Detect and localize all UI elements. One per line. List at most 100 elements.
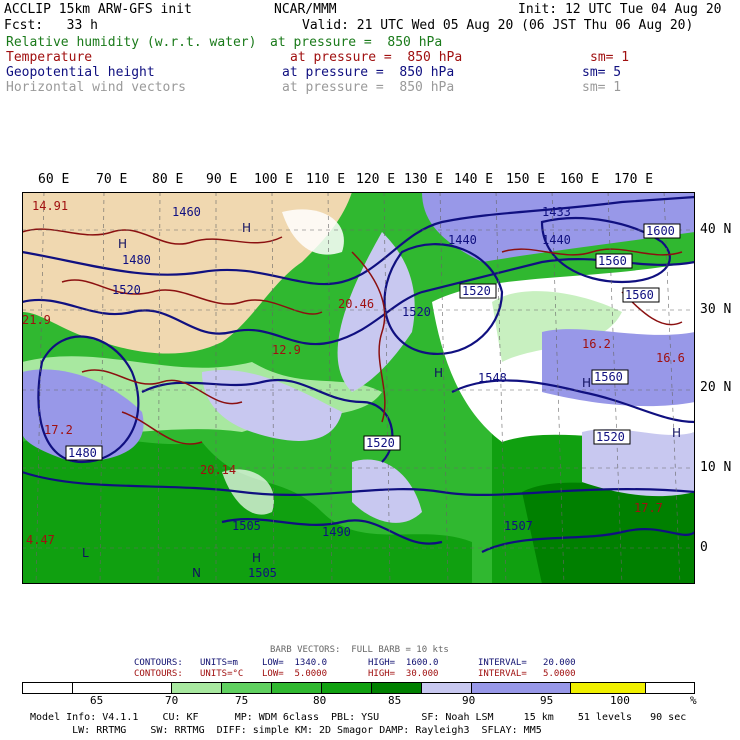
- latitude-label: 30 N: [700, 302, 732, 317]
- height-label: 1507: [504, 519, 533, 533]
- temp-label: 14.91: [32, 199, 68, 213]
- colorbar-swatch: [372, 683, 422, 693]
- temp-label: 21.9: [22, 313, 51, 327]
- contour1-units: UNITS=m: [200, 658, 238, 668]
- height-label: 1520: [366, 436, 395, 450]
- model-info-line1: Model Info: V4.1.1 CU: KF MP: WDM 6class…: [30, 712, 687, 723]
- colorbar-swatch: [73, 683, 172, 693]
- high-marker: H: [672, 426, 681, 440]
- height-label: 1490: [322, 525, 351, 539]
- weather-map: 1600 1560 1560 1520 1560 1520 1480 1520 …: [22, 192, 695, 584]
- height-label: 1505: [248, 566, 277, 580]
- height-label: 1600: [646, 224, 675, 238]
- high-marker: H: [582, 376, 591, 390]
- colorbar-label: 95: [540, 694, 554, 707]
- field-height-level: at pressure = 850 hPa: [282, 65, 455, 80]
- longitude-label: 140 E: [454, 172, 494, 187]
- height-label: 1480: [122, 253, 151, 267]
- contour1-label: CONTOURS:: [134, 658, 183, 668]
- field-height-smooth: sm= 5: [582, 65, 622, 80]
- field-temp-smooth: sm= 1: [590, 50, 630, 65]
- contour2-label: CONTOURS:: [134, 669, 183, 679]
- colorbar-swatch: [571, 683, 646, 693]
- contour1-interval: INTERVAL= 20.000: [478, 658, 576, 668]
- height-label: 1460: [172, 205, 201, 219]
- barb-legend: BARB VECTORS: FULL BARB = 10 kts: [270, 645, 449, 655]
- contour1-low: LOW= 1340.0: [262, 658, 328, 668]
- colorbar-swatch: [322, 683, 372, 693]
- field-rh-level: at pressure = 850 hPa: [270, 35, 443, 50]
- forecast-hour: Fcst: 33 h: [4, 18, 98, 33]
- colorbar-swatch: [172, 683, 222, 693]
- field-wind-level: at pressure = 850 hPa: [282, 80, 455, 95]
- longitude-label: 150 E: [506, 172, 546, 187]
- colorbar-label: 70: [165, 694, 179, 707]
- longitude-label: 100 E: [254, 172, 294, 187]
- colorbar-label: 90: [462, 694, 476, 707]
- height-label: 1433: [542, 205, 571, 219]
- longitude-label: 90 E: [206, 172, 238, 187]
- low-marker: L: [82, 546, 89, 560]
- temp-label: 20.14: [200, 463, 236, 477]
- height-label: 1560: [594, 370, 623, 384]
- high-marker: H: [242, 221, 251, 235]
- latitude-label: 20 N: [700, 380, 732, 395]
- contour2-interval: INTERVAL= 5.0000: [478, 669, 576, 679]
- height-label: 1560: [598, 254, 627, 268]
- longitude-label: 70 E: [96, 172, 128, 187]
- contour2-high: HIGH= 30.000: [368, 669, 439, 679]
- height-label: 1480: [68, 446, 97, 460]
- field-rh-name: Relative humidity (w.r.t. water): [6, 35, 257, 50]
- contour2-units: UNITS=°C: [200, 669, 244, 679]
- latitude-label: 40 N: [700, 222, 732, 237]
- center-label: NCAR/MMM: [274, 2, 337, 17]
- height-label: 1520: [462, 284, 491, 298]
- longitude-label: 160 E: [560, 172, 600, 187]
- field-wind-smooth: sm= 1: [582, 80, 622, 95]
- field-wind-name: Horizontal wind vectors: [6, 80, 187, 95]
- colorbar-swatch: [272, 683, 322, 693]
- colorbar-swatch: [23, 683, 73, 693]
- high-marker: H: [252, 551, 261, 565]
- temp-label: 4.47: [26, 533, 55, 547]
- longitude-label: 130 E: [404, 172, 444, 187]
- model-info-line2: LW: RRTMG SW: RRTMG DIFF: simple KM: 2D …: [30, 725, 542, 736]
- height-label: 1520: [112, 283, 141, 297]
- temp-label: 16.2: [582, 337, 611, 351]
- longitude-label: 110 E: [306, 172, 346, 187]
- field-temp-level: at pressure = 850 hPa: [290, 50, 463, 65]
- field-height-name: Geopotential height: [6, 65, 155, 80]
- temp-label: 12.9: [272, 343, 301, 357]
- height-label: 1520: [596, 430, 625, 444]
- longitude-label: 120 E: [356, 172, 396, 187]
- colorbar-label: 80: [313, 694, 327, 707]
- colorbar-swatch: [222, 683, 272, 693]
- colorbar-label: 65: [90, 694, 104, 707]
- longitude-label: 60 E: [38, 172, 70, 187]
- low-marker: N: [192, 566, 201, 580]
- temp-label: 20.46: [338, 297, 374, 311]
- colorbar-swatch: [472, 683, 571, 693]
- colorbar-label: %: [690, 694, 697, 707]
- colorbar-label: 100: [610, 694, 630, 707]
- longitude-label: 170 E: [614, 172, 654, 187]
- latitude-label: 0: [700, 540, 708, 555]
- field-temp-name: Temperature: [6, 50, 93, 65]
- contour1-high: HIGH= 1600.0: [368, 658, 439, 668]
- model-title: ACCLIP 15km ARW-GFS init: [4, 2, 192, 17]
- height-label: 1548: [478, 371, 507, 385]
- valid-time: Valid: 21 UTC Wed 05 Aug 20 (06 JST Thu …: [302, 18, 694, 33]
- height-label: 1440: [542, 233, 571, 247]
- height-label: 1560: [625, 288, 654, 302]
- height-label: 1520: [402, 305, 431, 319]
- colorbar-label: 85: [388, 694, 402, 707]
- humidity-colorbar: [22, 682, 695, 694]
- init-time: Init: 12 UTC Tue 04 Aug 20: [518, 2, 722, 17]
- contour2-low: LOW= 5.0000: [262, 669, 328, 679]
- height-label: 1505: [232, 519, 261, 533]
- temp-label: 17.7: [634, 501, 663, 515]
- colorbar-label: 75: [235, 694, 249, 707]
- colorbar-swatch: [422, 683, 472, 693]
- height-label: 1440: [448, 233, 477, 247]
- temp-label: 17.2: [44, 423, 73, 437]
